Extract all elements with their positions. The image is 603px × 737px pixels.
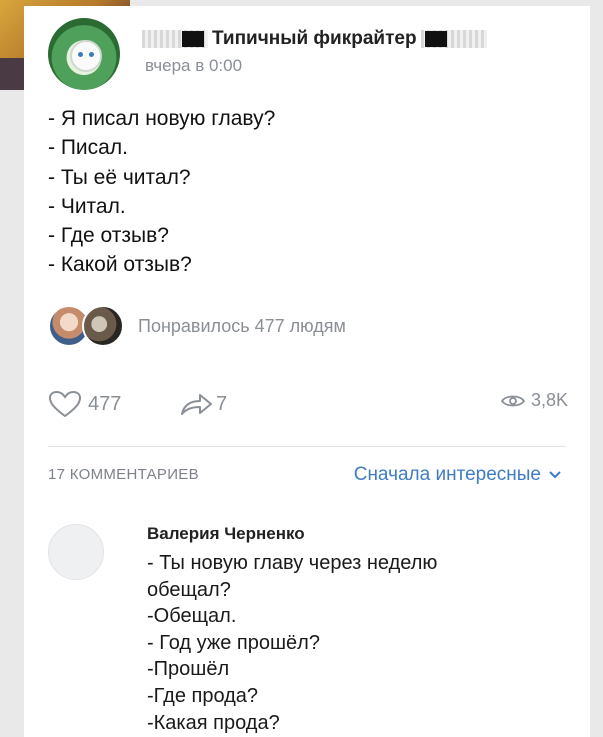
share-arrow-icon xyxy=(181,394,212,415)
liker-avatar xyxy=(82,305,124,347)
share-count: 7 xyxy=(216,392,228,415)
post-line: - Какой отзыв? xyxy=(48,253,192,277)
comment-line: -Прошёл xyxy=(147,658,230,681)
cat-logo-icon xyxy=(70,40,102,72)
comment-author[interactable]: Валерия Черненко xyxy=(147,524,305,544)
post-header: Типичный фикрайтер вчера в 0:00 xyxy=(24,6,590,96)
post-card: Типичный фикрайтер вчера в 0:00 - Я писа… xyxy=(24,6,590,737)
comment-line: обещал? xyxy=(147,578,231,601)
eye-icon xyxy=(500,395,525,406)
community-avatar[interactable] xyxy=(48,18,120,90)
post-line: - Читал. xyxy=(48,194,126,218)
comment-line: -Какая прода? xyxy=(147,711,280,734)
censor-block-right xyxy=(420,30,487,48)
views-count: 3,8K xyxy=(530,390,568,410)
sort-label: Сначала интересные xyxy=(353,464,541,485)
post-line: - Где отзыв? xyxy=(48,224,169,248)
post-line: - Ты её читал? xyxy=(48,165,191,189)
community-name[interactable]: Типичный фикрайтер xyxy=(212,28,417,50)
censor-block-left xyxy=(142,30,208,48)
commenter-avatar[interactable] xyxy=(48,524,104,580)
like-count: 477 xyxy=(88,392,122,415)
heart-icon xyxy=(48,390,82,418)
like-button[interactable]: 477 xyxy=(48,390,121,418)
comment-line: -Где прода? xyxy=(147,684,259,707)
post-time[interactable]: вчера в 0:00 xyxy=(145,56,242,76)
liked-count-text: Понравилось 477 людям xyxy=(138,315,346,336)
author-row: Типичный фикрайтер xyxy=(142,28,487,50)
comment-line: - Ты новую главу через неделю xyxy=(147,552,438,574)
comment-line: -Обещал. xyxy=(147,605,237,628)
views-counter: 3,8K xyxy=(500,390,568,411)
comments-header: 17 КОММЕНТАРИЕВ Сначала интересные xyxy=(48,464,568,490)
comments-count: 17 КОММЕНТАРИЕВ xyxy=(48,466,199,483)
comment-line: - Год уже прошёл? xyxy=(147,631,320,654)
share-button[interactable]: 7 xyxy=(178,390,227,418)
post-text: - Я писал новую главу? - Писал. - Ты её … xyxy=(48,104,568,280)
post-line: - Писал. xyxy=(48,136,128,160)
post-actions: 477 7 3,8K xyxy=(48,390,568,420)
sort-dropdown[interactable]: Сначала интересные xyxy=(354,464,562,486)
divider xyxy=(48,446,566,447)
liked-by-row[interactable]: Понравилось 477 людям xyxy=(48,305,346,347)
post-line: - Я писал новую главу? xyxy=(48,107,276,130)
chevron-down-icon xyxy=(549,471,561,479)
comment-text: - Ты новую главу через неделю обещал? -О… xyxy=(147,550,567,736)
